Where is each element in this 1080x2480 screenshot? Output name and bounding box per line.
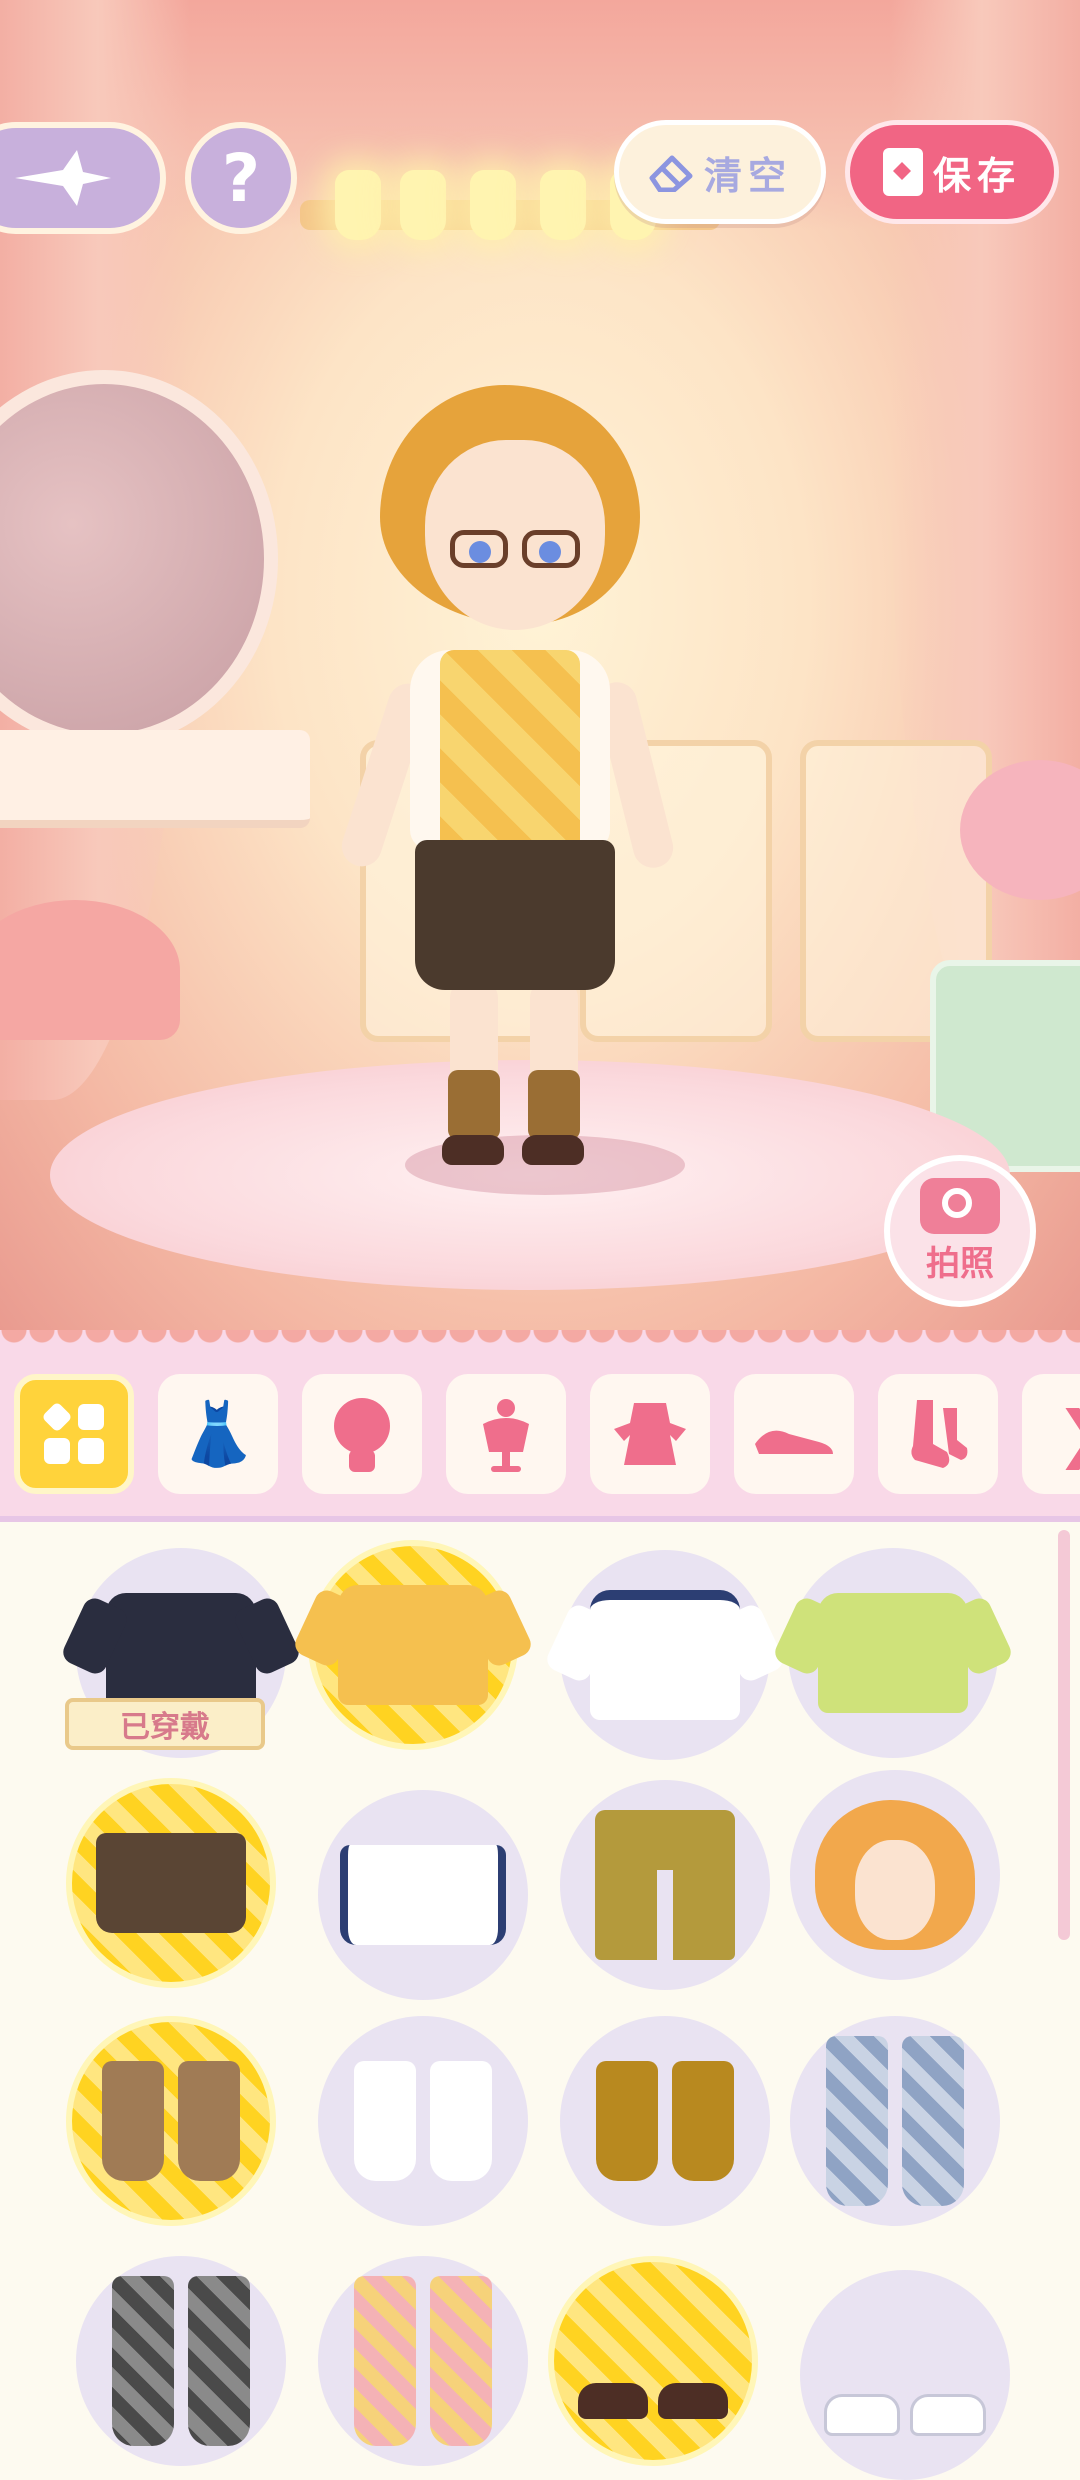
clear-button[interactable]: 清空 [614,120,826,224]
blue-stockings-icon [826,2036,964,2206]
photo-button[interactable]: 拍照 [884,1155,1036,1307]
tab-hair[interactable] [302,1374,422,1494]
grid-icon [41,1401,104,1464]
light-bulb [400,170,446,240]
right-sock [528,1070,580,1140]
socks-icon [911,1400,968,1468]
item-blue-argyle-stockings[interactable] [790,2016,1000,2226]
item-khaki-pants[interactable] [560,1780,770,1990]
shoes-icon [755,1430,833,1454]
character-shorts [415,840,615,990]
outfit-set-icon: 👗 [179,1397,257,1470]
item-brown-shorts[interactable] [66,1778,276,1988]
glasses [440,530,590,570]
yellow-stockings-icon [354,2276,492,2446]
black-coat-icon [106,1593,256,1713]
stool [0,900,180,1040]
item-white-socks[interactable] [318,2016,528,2226]
mustard-socks-icon [596,2061,734,2181]
save-button[interactable]: 保存 [845,120,1059,224]
item-mustard-socks[interactable] [560,2016,770,2226]
hair-style-icon [815,1800,975,1950]
tab-all[interactable] [14,1374,134,1494]
sparkle-back-icon [15,150,111,206]
save-label: 保存 [932,153,1021,198]
tshirt-icon [590,1590,740,1720]
shorts-icon [96,1833,246,1933]
back-button[interactable] [0,122,166,234]
worn-badge: 已穿戴 [65,1698,265,1750]
item-brown-loafers[interactable] [548,2256,758,2466]
top-icon [483,1399,529,1472]
category-bar: 👗 [0,1330,1080,1522]
light-bulb [335,170,381,240]
item-green-plaid-vest[interactable] [788,1548,998,1758]
tab-dress[interactable] [590,1374,710,1494]
dressing-room-scene: ? 清空 保存 拍照 [0,0,1080,1340]
white-socks-icon [354,2061,492,2181]
worn-label: 已穿戴 [120,1710,210,1745]
tab-shoes[interactable] [734,1374,854,1494]
tab-outfit-set[interactable]: 👗 [158,1374,278,1494]
loafers-icon [578,2383,728,2419]
help-label: ? [221,139,261,217]
light-bulb [540,170,586,240]
avatar-character[interactable] [330,380,690,1180]
item-grey-argyle-stockings[interactable] [76,2256,286,2466]
eraser-icon [649,155,693,192]
save-icon [882,148,923,196]
tab-socks[interactable] [878,1374,998,1494]
item-orange-hair[interactable] [790,1770,1000,1980]
item-brown-socks[interactable] [66,2016,276,2226]
dress-icon [614,1403,686,1465]
camera-icon [920,1177,1000,1234]
item-white-shorts[interactable] [318,1790,528,2000]
help-button[interactable]: ? [185,122,297,234]
vest-icon [338,1585,488,1705]
clear-label: 清空 [703,153,792,198]
left-shoe [442,1135,504,1165]
left-sock [448,1070,500,1140]
item-white-tshirt[interactable] [560,1550,770,1760]
white-shoes-icon [824,2394,986,2436]
white-shorts-icon [340,1845,506,1945]
plaid-vest-icon [818,1593,968,1713]
light-bulb [470,170,516,240]
item-white-shoes[interactable] [800,2270,1010,2480]
right-shoe [522,1135,584,1165]
vanity-table [0,730,310,828]
brown-socks-icon [102,2061,240,2181]
scrollbar[interactable] [1058,1530,1070,1940]
item-yellow-argyle-stockings[interactable] [318,2256,528,2466]
vanity-mirror [0,370,278,748]
category-tabs: 👗 [14,1374,1080,1494]
tab-top[interactable] [446,1374,566,1494]
tab-more[interactable]: ❯ [1022,1374,1080,1494]
character-vest [440,650,580,864]
scallop-border [0,1330,1080,1350]
pants-icon [595,1810,735,1960]
item-yellow-argyle-vest[interactable] [308,1540,518,1750]
grey-stockings-icon [112,2276,250,2446]
photo-label: 拍照 [926,1243,994,1284]
more-icon: ❯ [1056,1403,1080,1465]
hair-icon [334,1398,390,1472]
